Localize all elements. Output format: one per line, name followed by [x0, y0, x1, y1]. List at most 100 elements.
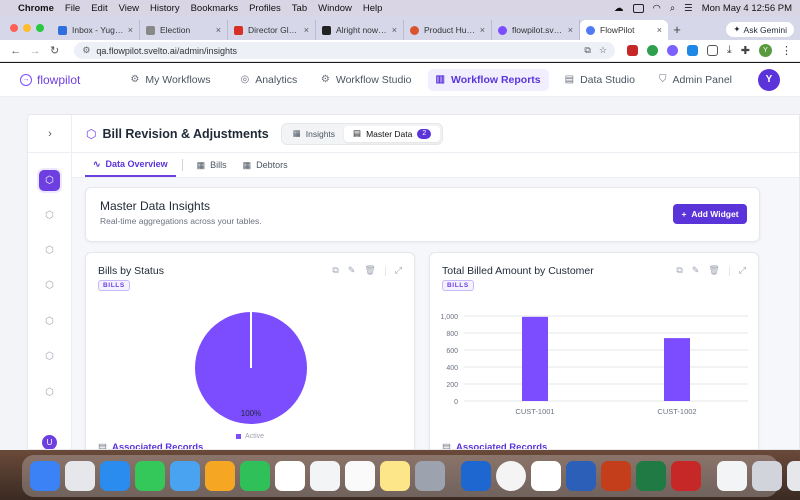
search-icon[interactable]: ⌕ — [670, 3, 675, 14]
kebab-menu-icon[interactable]: ⋮ — [781, 44, 792, 57]
system-settings-icon[interactable] — [415, 461, 445, 491]
acrobat-icon[interactable] — [671, 461, 701, 491]
launchpad-icon[interactable] — [65, 461, 95, 491]
menu-tab[interactable]: Tab — [292, 3, 307, 14]
rail-item-cube-icon[interactable]: ⬡ — [39, 346, 60, 367]
side-panel-icon[interactable] — [706, 45, 718, 56]
contacts-icon[interactable] — [310, 461, 340, 491]
zoom-window-icon[interactable] — [36, 24, 44, 32]
safari-icon[interactable] — [100, 461, 130, 491]
extensions-puzzle-icon[interactable]: ✚ — [741, 44, 750, 57]
menu-bookmarks[interactable]: Bookmarks — [191, 3, 239, 14]
close-tab-icon[interactable]: × — [304, 25, 309, 35]
chrome-icon[interactable] — [496, 461, 526, 491]
reminders-icon[interactable] — [345, 461, 375, 491]
trash-bin-icon[interactable] — [787, 461, 800, 491]
powerpoint-icon[interactable] — [601, 461, 631, 491]
extension-icon[interactable] — [686, 45, 698, 56]
segment-insights[interactable]: ▦ Insights — [284, 126, 344, 142]
clock[interactable]: Mon May 4 12:56 PM — [702, 3, 792, 14]
browser-tab[interactable]: flowpilot.svelto × — [492, 20, 580, 40]
ask-gemini-button[interactable]: ✦ Ask Gemini — [726, 22, 794, 37]
nav-admin-panel[interactable]: ⛉ Admin Panel — [651, 69, 740, 91]
install-app-icon[interactable]: ⧉ — [584, 45, 590, 56]
menu-history[interactable]: History — [150, 3, 180, 14]
word-icon[interactable] — [566, 461, 596, 491]
browser-tab[interactable]: Inbox - Yugal Ki × — [52, 20, 140, 40]
tab-data-overview[interactable]: ∿ Data Overview — [85, 153, 176, 177]
menu-help[interactable]: Help — [363, 3, 383, 14]
extension-icon[interactable] — [666, 45, 678, 56]
rail-item-cube-icon[interactable]: ⬡ — [39, 240, 60, 261]
nav-my-workflows[interactable]: ⚙ My Workflows — [122, 69, 218, 91]
battery-icon[interactable] — [632, 3, 644, 13]
address-bar[interactable]: ⚙ qa.flowpilot.svelto.ai/admin/insights … — [74, 42, 615, 59]
browser-tab[interactable]: Election × — [140, 20, 228, 40]
rail-item-cube-icon[interactable]: ⬡ — [39, 311, 60, 332]
nav-workflow-reports[interactable]: ▥ Workflow Reports — [427, 68, 549, 91]
browser-tab-active[interactable]: FlowPilot × — [580, 20, 668, 40]
close-tab-icon[interactable]: × — [216, 25, 221, 35]
nav-analytics[interactable]: ◎ Analytics — [232, 69, 305, 91]
extension-icon[interactable] — [646, 45, 658, 56]
rail-item-cube-icon[interactable]: ⬡ — [39, 205, 60, 226]
logo[interactable]: → flowpilot — [20, 73, 80, 87]
browser-tab[interactable]: Director Global × — [228, 20, 316, 40]
slack-icon[interactable] — [531, 461, 561, 491]
close-tab-icon[interactable]: × — [128, 25, 133, 35]
rail-item-cube-icon[interactable]: ⬡ — [39, 275, 60, 296]
menu-profiles[interactable]: Profiles — [249, 3, 281, 14]
cloud-icon[interactable]: ☁ — [614, 3, 624, 14]
menu-file[interactable]: File — [65, 3, 80, 14]
reload-icon[interactable]: ↻ — [47, 44, 62, 57]
add-widget-button[interactable]: + Add Widget — [673, 204, 747, 224]
close-tab-icon[interactable]: × — [657, 25, 662, 35]
close-tab-icon[interactable]: × — [480, 25, 485, 35]
menu-window[interactable]: Window — [318, 3, 352, 14]
segment-master-data[interactable]: ▤ Master Data 2 — [344, 125, 441, 142]
close-tab-icon[interactable]: × — [568, 25, 573, 35]
control-center-icon[interactable]: ☰ — [684, 3, 693, 14]
table-icon: ▦ — [242, 159, 252, 170]
document-icon[interactable] — [717, 461, 747, 491]
close-tab-icon[interactable]: × — [392, 25, 397, 35]
associated-records-link[interactable]: ▤ Associated Records — [98, 442, 203, 449]
rail-item-cube-active-icon[interactable]: ⬡ — [39, 170, 60, 191]
rail-user-badge[interactable]: U — [42, 435, 57, 449]
minimize-window-icon[interactable] — [23, 24, 31, 32]
y-tick-label: 600 — [446, 348, 458, 355]
profile-avatar[interactable]: Y — [759, 44, 773, 57]
forward-icon[interactable]: → — [27, 45, 42, 57]
facetime-icon[interactable] — [240, 461, 270, 491]
downloads-icon[interactable] — [752, 461, 782, 491]
site-info-icon[interactable]: ⚙ — [82, 45, 90, 56]
tab-bills[interactable]: ▦ Bills — [189, 153, 235, 177]
rail-item-cube-icon[interactable]: ⬡ — [39, 382, 60, 403]
wifi-icon[interactable]: ◠ — [653, 3, 661, 14]
finder-icon[interactable] — [30, 461, 60, 491]
menu-app[interactable]: Chrome — [18, 3, 54, 14]
download-icon[interactable]: ⤓ — [727, 44, 732, 57]
bookmark-star-icon[interactable]: ☆ — [599, 45, 607, 56]
browser-tab[interactable]: Product Hunt – × — [404, 20, 492, 40]
new-tab-icon[interactable]: + — [668, 22, 686, 37]
nav-workflow-studio[interactable]: ⚙ Workflow Studio — [313, 69, 420, 91]
menu-edit[interactable]: Edit — [91, 3, 107, 14]
nav-data-studio[interactable]: ▤ Data Studio — [557, 69, 643, 91]
tab-debtors[interactable]: ▦ Debtors — [235, 153, 296, 177]
menu-view[interactable]: View — [119, 3, 139, 14]
close-window-icon[interactable] — [10, 24, 18, 32]
user-avatar[interactable]: Y — [758, 68, 780, 91]
back-icon[interactable]: ← — [8, 45, 23, 57]
associated-records-link[interactable]: ▤ Associated Records — [442, 442, 547, 449]
messages-icon[interactable] — [135, 461, 165, 491]
app-icon[interactable] — [461, 461, 491, 491]
calendar-icon[interactable] — [275, 461, 305, 491]
excel-icon[interactable] — [636, 461, 666, 491]
notes-icon[interactable] — [380, 461, 410, 491]
expand-sidebar-icon[interactable]: › — [28, 115, 72, 153]
maps-icon[interactable] — [170, 461, 200, 491]
pdf-extension-icon[interactable] — [626, 45, 638, 56]
browser-tab[interactable]: Alright now we × — [316, 20, 404, 40]
photos-icon[interactable] — [205, 461, 235, 491]
